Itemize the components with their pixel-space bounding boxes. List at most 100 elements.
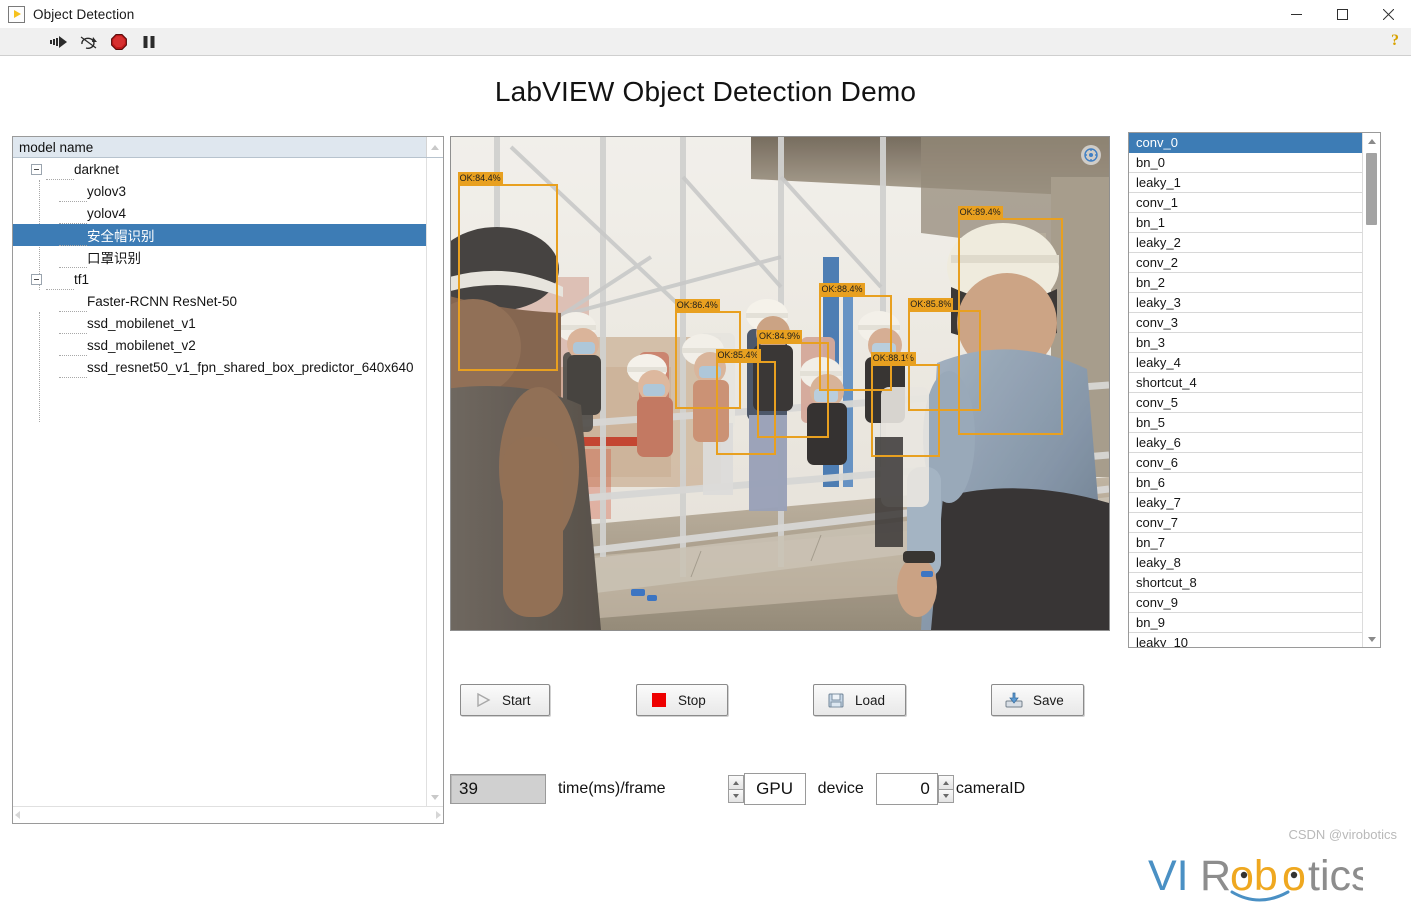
load-button[interactable]: Load (813, 684, 906, 716)
layer-item-12[interactable]: shortcut_4 (1129, 373, 1362, 393)
tree-item-label: ssd_resnet50_v1_fpn_shared_box_predictor… (87, 360, 422, 375)
tree-connector (59, 235, 87, 236)
tree-expander[interactable] (31, 274, 42, 285)
layer-item-16[interactable]: conv_6 (1129, 453, 1362, 473)
device-select[interactable]: GPU (744, 773, 806, 805)
layer-item-1[interactable]: bn_0 (1129, 153, 1362, 173)
layer-item-15[interactable]: leaky_6 (1129, 433, 1362, 453)
tree-item-2[interactable]: yolov4 (13, 202, 426, 224)
tree-scroll-right-arrow[interactable] (436, 811, 441, 819)
tree-connector (59, 191, 87, 192)
tree-scroll-left-arrow[interactable] (15, 811, 20, 819)
svg-text:tics: tics (1308, 852, 1363, 900)
detection-box-7: OK:89.4% (958, 218, 1063, 435)
folder-open-icon (827, 691, 845, 709)
minimize-button[interactable] (1273, 0, 1319, 28)
detection-label: OK:84.9% (757, 330, 802, 343)
tree-item-label: Faster-RCNN ResNet-50 (87, 294, 245, 309)
layer-item-2[interactable]: leaky_1 (1129, 173, 1362, 193)
layer-item-14[interactable]: bn_5 (1129, 413, 1362, 433)
layer-item-20[interactable]: bn_7 (1129, 533, 1362, 553)
detection-label: OK:89.4% (958, 206, 1003, 219)
start-button-label: Start (502, 693, 531, 708)
model-tree-panel: model name darknetyolov3yolov4安全帽识别口罩识别t… (12, 136, 444, 824)
help-icon[interactable]: ? (1391, 32, 1399, 50)
layer-item-7[interactable]: bn_2 (1129, 273, 1362, 293)
load-button-label: Load (855, 693, 885, 708)
svg-text:ob: ob (1230, 852, 1278, 900)
layer-item-13[interactable]: conv_5 (1129, 393, 1362, 413)
labview-vi-icon (8, 6, 25, 23)
run-continuously-icon[interactable] (80, 33, 98, 51)
action-button-row: Start Stop Load Save (450, 684, 1110, 718)
tree-item-9[interactable]: ssd_resnet50_v1_fpn_shared_box_predictor… (13, 356, 426, 378)
image-display[interactable]: OK:84.4%OK:86.4%OK:85.4%OK:84.9%OK:88.4%… (450, 136, 1110, 631)
run-icon[interactable] (50, 33, 68, 51)
device-label: device (818, 780, 864, 798)
detection-box-0: OK:84.4% (458, 184, 559, 371)
tree-vertical-scrollbar[interactable] (426, 158, 443, 806)
camera-id-label: cameraID (956, 780, 1025, 798)
device-increment-button[interactable] (728, 775, 744, 789)
tree-item-label: ssd_mobilenet_v2 (87, 338, 204, 353)
layer-item-17[interactable]: bn_6 (1129, 473, 1362, 493)
device-decrement-button[interactable] (728, 789, 744, 803)
camera-id-decrement-button[interactable] (938, 789, 954, 803)
layer-item-10[interactable]: bn_3 (1129, 333, 1362, 353)
abort-execution-icon[interactable] (110, 33, 128, 51)
detection-label: OK:85.4% (716, 349, 761, 362)
tree-item-7[interactable]: ssd_mobilenet_v1 (13, 312, 426, 334)
layer-item-25[interactable]: leaky_10 (1129, 633, 1362, 647)
layer-item-8[interactable]: leaky_3 (1129, 293, 1362, 313)
layer-item-5[interactable]: leaky_2 (1129, 233, 1362, 253)
layer-list-scrollbar[interactable] (1362, 133, 1380, 647)
layer-item-22[interactable]: shortcut_8 (1129, 573, 1362, 593)
tree-item-4[interactable]: 口罩识别 (13, 246, 426, 268)
tree-connector (46, 169, 74, 170)
tree-item-6[interactable]: Faster-RCNN ResNet-50 (13, 290, 426, 312)
camera-id-increment-button[interactable] (938, 775, 954, 789)
camera-id-spinner[interactable] (938, 774, 954, 804)
layer-item-21[interactable]: leaky_8 (1129, 553, 1362, 573)
tree-scroll-up-area[interactable] (426, 137, 443, 157)
tree-expander[interactable] (31, 164, 42, 175)
tree-connector (59, 213, 87, 214)
tree-item-label: yolov3 (87, 184, 134, 199)
maximize-button[interactable] (1319, 0, 1365, 28)
main-content: model name darknetyolov3yolov4安全帽识别口罩识别t… (0, 124, 1411, 848)
layer-item-3[interactable]: conv_1 (1129, 193, 1362, 213)
window-title: Object Detection (33, 7, 134, 22)
close-button[interactable] (1365, 0, 1411, 28)
device-spinner[interactable] (728, 774, 744, 804)
layer-item-9[interactable]: conv_3 (1129, 313, 1362, 333)
tree-item-8[interactable]: ssd_mobilenet_v2 (13, 334, 426, 356)
svg-text:VI: VI (1148, 852, 1189, 900)
tree-connector (59, 367, 87, 368)
layer-scroll-up-arrow[interactable] (1363, 133, 1380, 149)
stop-square-icon (650, 691, 668, 709)
crosshair-target-icon[interactable] (1081, 145, 1101, 165)
frame-time-indicator: 39 (450, 774, 546, 804)
layer-item-11[interactable]: leaky_4 (1129, 353, 1362, 373)
tree-item-3[interactable]: 安全帽识别 (13, 224, 426, 246)
pause-icon[interactable] (140, 33, 158, 51)
tree-scroll-down-arrow[interactable] (427, 789, 443, 806)
start-button[interactable]: Start (460, 684, 550, 716)
layer-scroll-thumb[interactable] (1366, 153, 1377, 225)
layer-item-0[interactable]: conv_0 (1129, 133, 1362, 153)
tree-item-1[interactable]: yolov3 (13, 180, 426, 202)
layer-item-18[interactable]: leaky_7 (1129, 493, 1362, 513)
layer-scroll-down-arrow[interactable] (1363, 631, 1380, 647)
layer-item-23[interactable]: conv_9 (1129, 593, 1362, 613)
tree-item-label: darknet (74, 162, 127, 177)
tree-horizontal-scrollbar[interactable] (13, 806, 443, 823)
tree-item-0[interactable]: darknet (13, 158, 426, 180)
stop-button[interactable]: Stop (636, 684, 728, 716)
layer-item-24[interactable]: bn_9 (1129, 613, 1362, 633)
layer-item-6[interactable]: conv_2 (1129, 253, 1362, 273)
camera-id-input[interactable]: 0 (876, 773, 938, 805)
tree-item-5[interactable]: tf1 (13, 268, 426, 290)
save-button[interactable]: Save (991, 684, 1084, 716)
layer-item-4[interactable]: bn_1 (1129, 213, 1362, 233)
layer-item-19[interactable]: conv_7 (1129, 513, 1362, 533)
